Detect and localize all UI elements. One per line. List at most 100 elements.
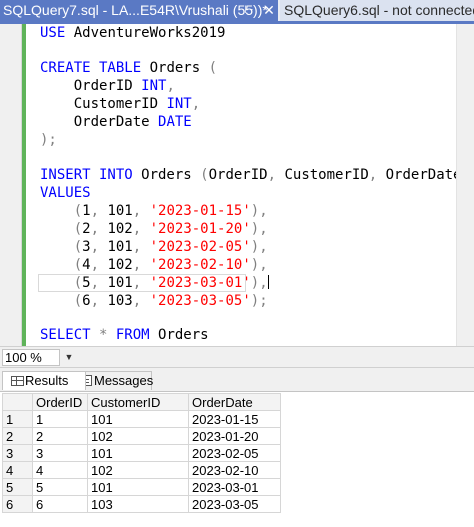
punctuation: ( <box>73 293 83 309</box>
punctuation: , <box>166 78 175 94</box>
punctuation: , <box>132 239 150 255</box>
cell-orderid[interactable]: 4 <box>32 461 88 479</box>
punctuation: * <box>90 327 116 343</box>
punctuation: , <box>132 203 150 219</box>
punctuation: ( <box>73 221 83 237</box>
code-line-column-customerid: CustomerID INT, <box>40 95 200 113</box>
value-customerid: 101 <box>107 239 133 255</box>
cell-customerid[interactable]: 102 <box>87 427 189 445</box>
code-line-select: SELECT * FROM Orders <box>40 326 209 344</box>
vertical-scrollbar[interactable] <box>456 24 474 346</box>
current-line-highlight <box>38 274 246 292</box>
tab-results[interactable]: Results <box>2 371 86 390</box>
table-row[interactable]: 2 2 102 2023-01-20 <box>2 427 281 445</box>
cell-orderid[interactable]: 6 <box>32 495 88 513</box>
punctuation: ( <box>73 239 83 255</box>
editor-status-bar: 100 % ▼ <box>0 346 474 368</box>
tab-sqlquery7[interactable]: SQLQuery7.sql - LA...E54R\Vrushali (55))… <box>0 0 278 21</box>
keyword: USE <box>40 25 66 41</box>
close-icon[interactable]: ✕ <box>262 0 276 21</box>
value-orderdate: '2023-01-20' <box>149 221 251 237</box>
query-editor[interactable]: USE AdventureWorks2019 CREATE TABLE Orde… <box>0 24 474 346</box>
column-header-orderid[interactable]: OrderID <box>32 393 88 411</box>
results-table: OrderID CustomerID OrderDate 1 1 101 202… <box>2 393 281 513</box>
cell-customerid[interactable]: 102 <box>87 461 189 479</box>
table-row[interactable]: 3 3 101 2023-02-05 <box>2 444 281 462</box>
tab-results-label: Results <box>25 373 69 388</box>
cell-orderdate[interactable]: 2023-01-15 <box>188 410 281 428</box>
table-row[interactable]: 1 1 101 2023-01-15 <box>2 410 281 428</box>
value-orderdate: '2023-02-10' <box>149 257 251 273</box>
cell-orderdate[interactable]: 2023-03-01 <box>188 478 281 496</box>
table-row[interactable]: 4 4 102 2023-02-10 <box>2 461 281 479</box>
column-header-customerid[interactable]: CustomerID <box>87 393 189 411</box>
punctuation: , <box>368 167 386 183</box>
value-orderid: 3 <box>82 239 91 255</box>
value-orderdate: '2023-01-15' <box>149 203 251 219</box>
keyword: INSERT INTO <box>40 167 133 183</box>
table-name: Orders <box>141 60 209 76</box>
code-line-create-table: CREATE TABLE Orders ( <box>40 59 217 77</box>
zoom-level-select[interactable]: 100 % <box>2 349 60 366</box>
punctuation: ) <box>250 293 260 309</box>
cell-orderid[interactable]: 1 <box>32 410 88 428</box>
column-name: CustomerID <box>40 96 167 112</box>
column-type: DATE <box>158 114 192 130</box>
horizontal-scrollbar[interactable] <box>78 350 474 365</box>
column-type: INT <box>141 78 167 94</box>
cell-customerid[interactable]: 101 <box>87 410 189 428</box>
code-line-value-row: (1, 101, '2023-01-15'), <box>40 202 268 220</box>
row-number[interactable]: 2 <box>2 427 33 445</box>
keyword: SELECT <box>40 327 91 343</box>
chevron-down-icon[interactable]: ▼ <box>62 349 76 366</box>
column-name: OrderDate <box>40 114 159 130</box>
cell-orderdate[interactable]: 2023-02-05 <box>188 444 281 462</box>
row-number[interactable]: 3 <box>2 444 33 462</box>
row-number-header[interactable] <box>2 393 33 411</box>
row-number[interactable]: 5 <box>2 478 33 496</box>
value-orderdate: '2023-02-05' <box>149 239 251 255</box>
tab-sqlquery6[interactable]: SQLQuery6.sql - not connected* <box>280 0 474 21</box>
punctuation: ), <box>250 239 268 255</box>
cell-orderdate[interactable]: 2023-02-10 <box>188 461 281 479</box>
editor-gutter <box>0 24 21 346</box>
cell-orderdate[interactable]: 2023-03-05 <box>188 495 281 513</box>
results-grid[interactable]: OrderID CustomerID OrderDate 1 1 101 202… <box>0 393 474 527</box>
row-number[interactable]: 4 <box>2 461 33 479</box>
column-header-orderdate[interactable]: OrderDate <box>188 393 281 411</box>
pin-icon[interactable]: ⊢ <box>242 0 256 21</box>
code-line-column-orderdate: OrderDate DATE <box>40 113 192 131</box>
punctuation: , <box>90 203 108 219</box>
code-line-value-row-current: (5, 101, '2023-03-01'), <box>38 274 269 292</box>
table-row[interactable]: 6 6 103 2023-03-05 <box>2 495 281 513</box>
value-customerid: 101 <box>107 203 133 219</box>
punctuation: ( <box>208 60 218 76</box>
code-line-value-row: (3, 101, '2023-02-05'), <box>40 238 268 256</box>
cell-customerid[interactable]: 103 <box>87 495 189 513</box>
row-number[interactable]: 6 <box>2 495 33 513</box>
value-orderdate: '2023-03-05' <box>149 293 251 309</box>
cell-orderdate[interactable]: 2023-01-20 <box>188 427 281 445</box>
cell-customerid[interactable]: 101 <box>87 444 189 462</box>
value-customerid: 102 <box>107 257 133 273</box>
punctuation: ( <box>73 257 83 273</box>
cell-orderid[interactable]: 2 <box>32 427 88 445</box>
punctuation: , <box>90 239 108 255</box>
cell-orderid[interactable]: 3 <box>32 444 88 462</box>
cell-customerid[interactable]: 101 <box>87 478 189 496</box>
punctuation: , <box>132 293 150 309</box>
punctuation: , <box>90 293 108 309</box>
row-number[interactable]: 1 <box>2 410 33 428</box>
punctuation: ), <box>250 203 268 219</box>
keyword: CREATE TABLE <box>40 60 142 76</box>
code-line-insert: INSERT INTO Orders (OrderID, CustomerID,… <box>40 166 470 184</box>
cell-orderid[interactable]: 5 <box>32 478 88 496</box>
table-row[interactable]: 5 5 101 2023-03-01 <box>2 478 281 496</box>
punctuation: ), <box>250 275 268 291</box>
tab-sqlquery7-title: SQLQuery7.sql - LA...E54R\Vrushali (55))… <box>3 2 268 18</box>
column-name: OrderID <box>208 167 268 183</box>
